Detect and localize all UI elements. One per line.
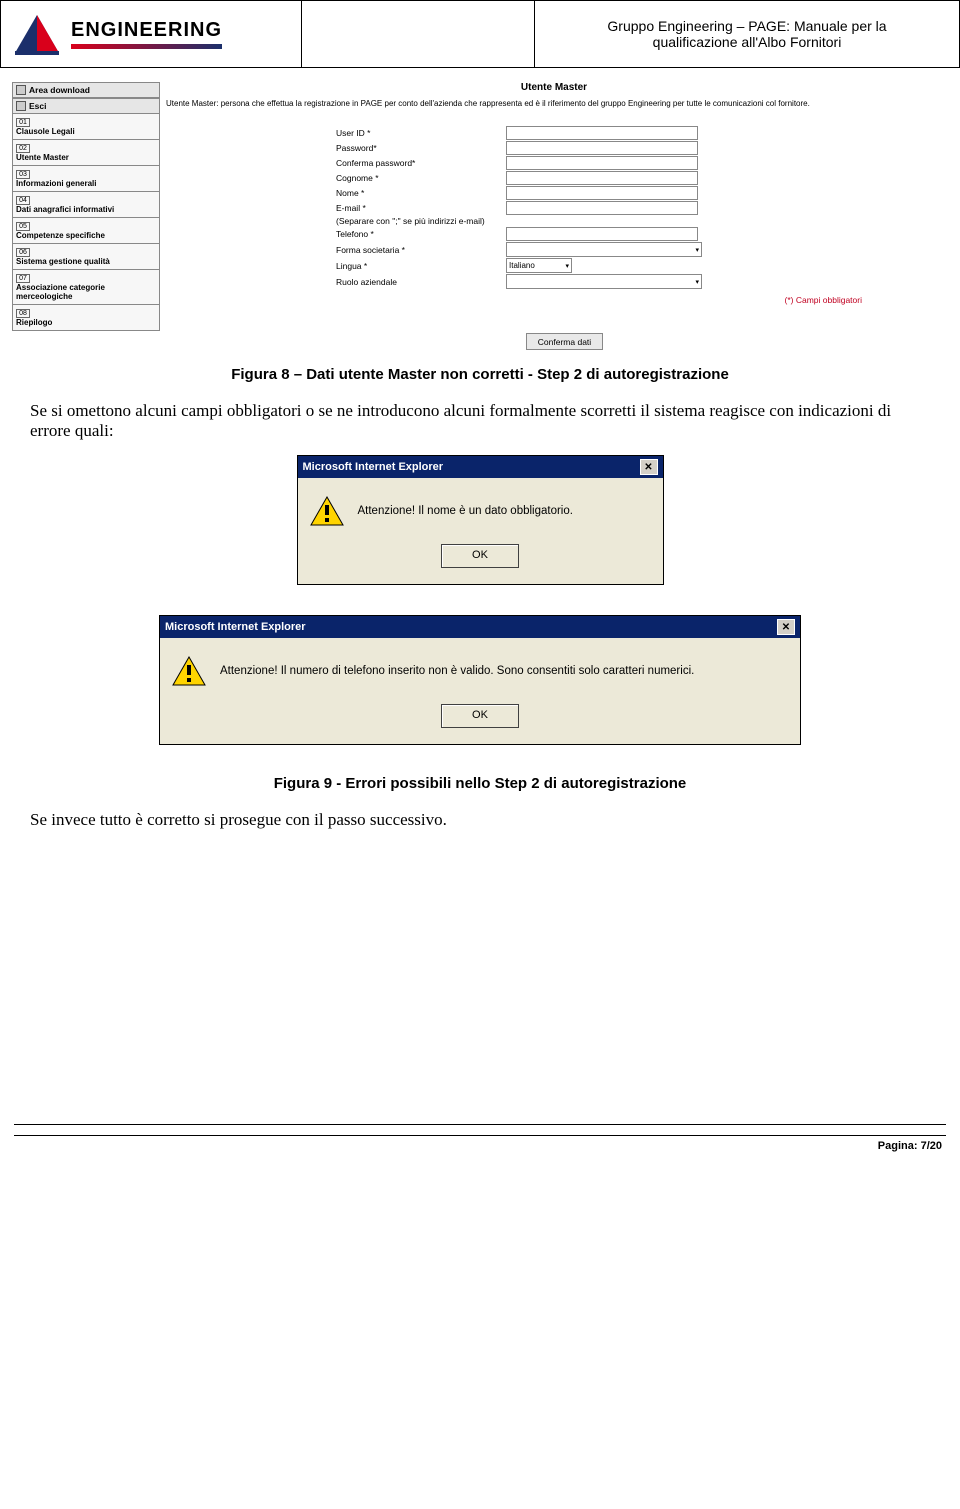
label-email-hint: (Separare con ";" se più indirizzi e-mai… — [166, 216, 506, 226]
chevron-down-icon: ▾ — [565, 262, 569, 270]
doc-title-line1: Gruppo Engineering – PAGE: Manuale per l… — [545, 18, 949, 34]
sidebar-step-07[interactable]: 07Associazione categorie merceologiche — [12, 270, 160, 305]
chevron-down-icon: ▾ — [695, 278, 699, 286]
label-telefono: Telefono * — [166, 229, 506, 239]
form-title: Utente Master — [166, 82, 942, 93]
select-ruolo[interactable]: ▾ — [506, 274, 702, 289]
page-number: Pagina: 7/20 — [0, 1136, 960, 1156]
logo-icon — [11, 11, 63, 57]
sidebar-area-download[interactable]: Area download — [12, 82, 160, 98]
ok-button[interactable]: OK — [441, 704, 519, 728]
alert-title: Microsoft Internet Explorer — [165, 621, 306, 633]
input-telefono[interactable] — [506, 227, 698, 241]
alert-message: Attenzione! Il nome è un dato obbligator… — [358, 505, 573, 517]
alert-telefono-non-valido: Microsoft Internet Explorer ✕ Attenzione… — [159, 615, 801, 745]
logo-text: ENGINEERING — [71, 19, 222, 42]
input-email[interactable] — [506, 201, 698, 215]
select-forma[interactable]: ▾ — [506, 242, 702, 257]
sidebar-step-01[interactable]: 01Clausole Legali — [12, 114, 160, 140]
conferma-dati-button[interactable]: Conferma dati — [526, 333, 603, 350]
screenshot-step2-form: Area download Esci 01Clausole Legali02Ut… — [8, 78, 952, 354]
sidebar-step-03[interactable]: 03Informazioni generali — [12, 166, 160, 192]
input-cognome[interactable] — [506, 171, 698, 185]
required-note: (*) Campi obbligatori — [166, 295, 942, 305]
sidebar-esci[interactable]: Esci — [12, 98, 160, 114]
label-conferma-password: Conferma password* — [166, 158, 506, 168]
doc-header: ENGINEERING Gruppo Engineering – PAGE: M… — [0, 0, 960, 68]
alert-nome-obbligatorio: Microsoft Internet Explorer ✕ Attenzione… — [297, 455, 664, 585]
chevron-down-icon: ▾ — [695, 246, 699, 254]
sidebar-step-08[interactable]: 08Riepilogo — [12, 305, 160, 331]
label-nome: Nome * — [166, 188, 506, 198]
label-userid: User ID * — [166, 128, 506, 138]
input-conferma-password[interactable] — [506, 156, 698, 170]
select-lingua[interactable]: Italiano▾ — [506, 258, 572, 273]
figure8-caption: Figura 8 – Dati utente Master non corret… — [0, 366, 960, 383]
label-cognome: Cognome * — [166, 173, 506, 183]
alert-title: Microsoft Internet Explorer — [303, 461, 444, 473]
ok-button[interactable]: OK — [441, 544, 519, 568]
sidebar-step-02[interactable]: 02Utente Master — [12, 140, 160, 166]
warning-icon — [310, 496, 344, 526]
label-ruolo: Ruolo aziendale — [166, 277, 506, 287]
sidebar: Area download Esci 01Clausole Legali02Ut… — [12, 82, 160, 350]
form-desc: Utente Master: persona che effettua la r… — [166, 99, 942, 108]
alert-message: Attenzione! Il numero di telefono inseri… — [220, 665, 694, 677]
doc-title-line2: qualificazione all'Albo Fornitori — [545, 34, 949, 50]
engineering-logo: ENGINEERING — [11, 11, 291, 57]
label-forma: Forma societaria * — [166, 245, 506, 255]
input-password[interactable] — [506, 141, 698, 155]
sidebar-step-06[interactable]: 06Sistema gestione qualità — [12, 244, 160, 270]
paragraph-2: Se invece tutto è corretto si prosegue c… — [30, 810, 930, 830]
label-lingua: Lingua * — [166, 261, 506, 271]
warning-icon — [172, 656, 206, 686]
label-email: E-mail * — [166, 203, 506, 213]
input-userid[interactable] — [506, 126, 698, 140]
figure9-caption: Figura 9 - Errori possibili nello Step 2… — [0, 775, 960, 792]
sidebar-step-04[interactable]: 04Dati anagrafici informativi — [12, 192, 160, 218]
input-nome[interactable] — [506, 186, 698, 200]
close-icon[interactable]: ✕ — [640, 459, 658, 475]
paragraph-1: Se si omettono alcuni campi obbligatori … — [30, 401, 930, 441]
close-icon[interactable]: ✕ — [777, 619, 795, 635]
label-password: Password* — [166, 143, 506, 153]
sidebar-step-05[interactable]: 05Competenze specifiche — [12, 218, 160, 244]
footer-rule — [14, 1124, 946, 1136]
